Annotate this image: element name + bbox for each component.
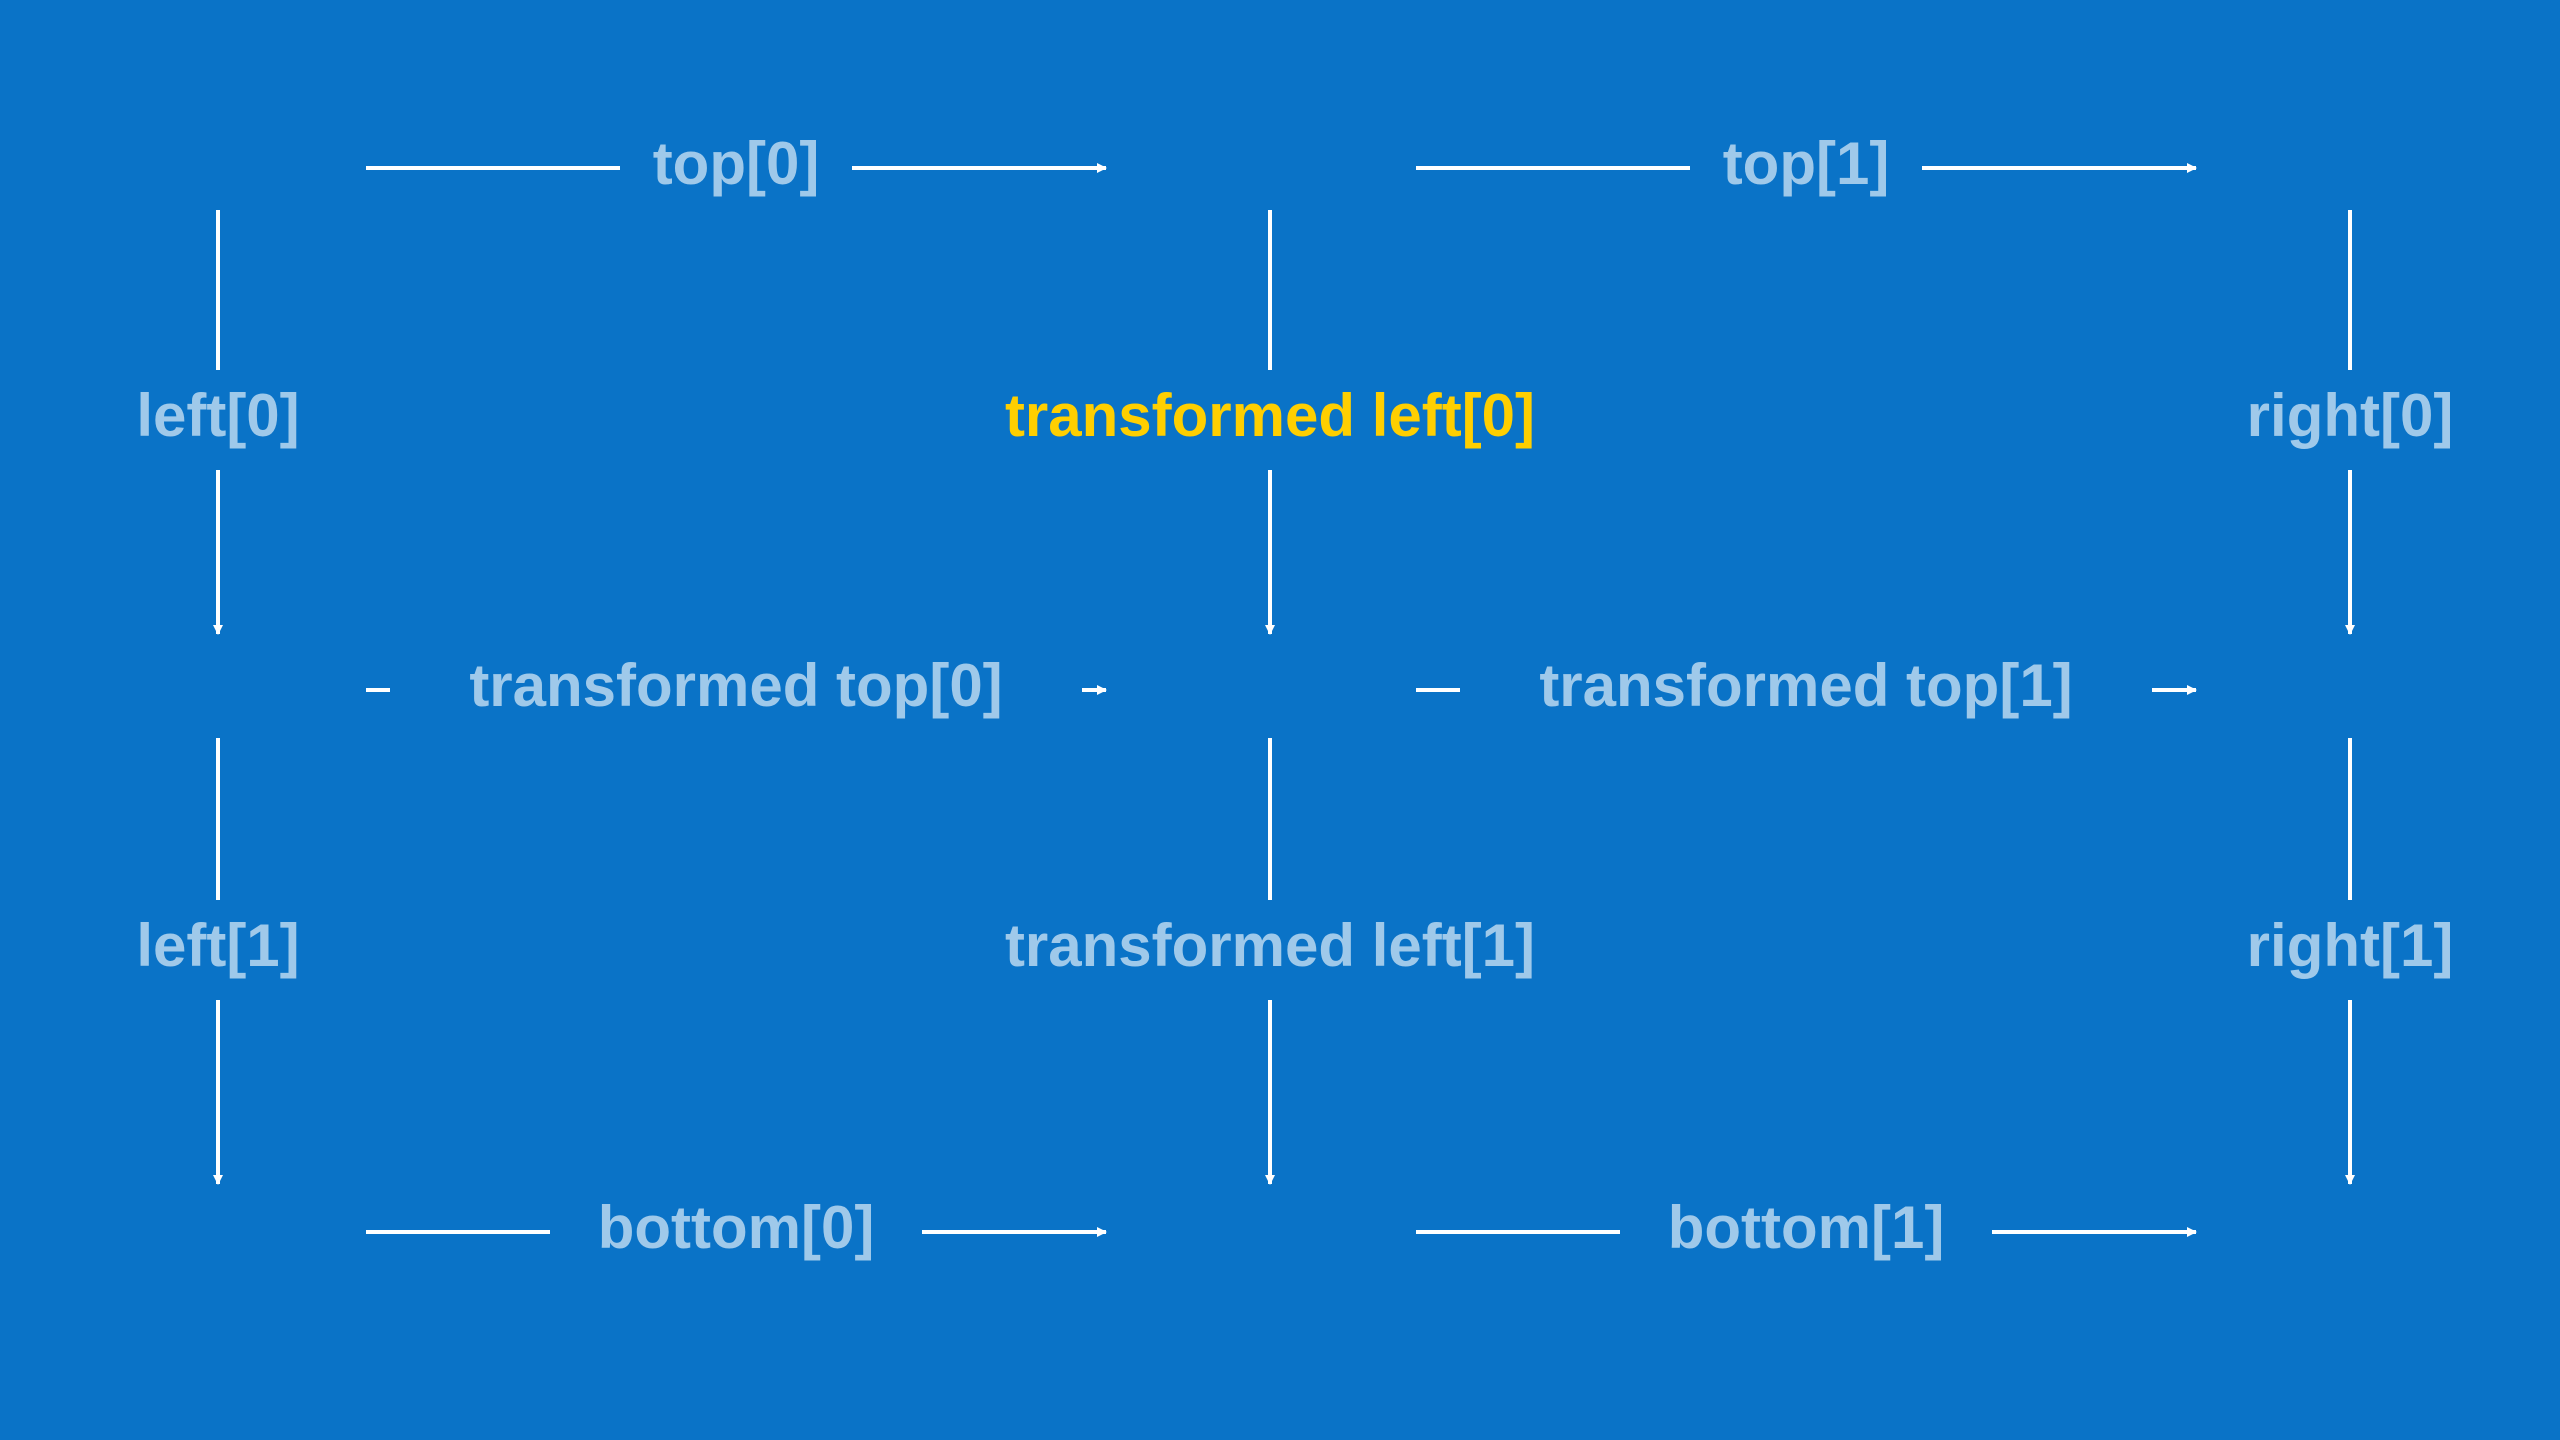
arrow-transformed-top-1: transformed top[1]: [1416, 652, 2196, 719]
arrow-transformed-left-0: transformed left[0]: [1005, 210, 1535, 634]
label-left-0: left[0]: [136, 382, 299, 449]
commutative-diagram: top[0] top[1] transformed top[0] transfo…: [0, 0, 2560, 1440]
label-left-1: left[1]: [136, 912, 299, 979]
label-top-0: top[0]: [653, 130, 820, 197]
label-right-1: right[1]: [2247, 912, 2454, 979]
label-right-0: right[0]: [2247, 382, 2454, 449]
label-top-1: top[1]: [1723, 130, 1890, 197]
arrow-right-0: right[0]: [2247, 210, 2454, 634]
arrow-top-0: top[0]: [366, 130, 1106, 197]
arrow-transformed-left-1: transformed left[1]: [1005, 738, 1535, 1184]
label-bottom-1: bottom[1]: [1668, 1194, 1945, 1261]
arrow-top-1: top[1]: [1416, 130, 2196, 197]
arrow-left-1: left[1]: [136, 738, 299, 1184]
label-transformed-left-1: transformed left[1]: [1005, 912, 1535, 979]
label-transformed-top-1: transformed top[1]: [1539, 652, 2072, 719]
label-bottom-0: bottom[0]: [598, 1194, 875, 1261]
label-transformed-top-0: transformed top[0]: [469, 652, 1002, 719]
arrow-transformed-top-0: transformed top[0]: [366, 652, 1106, 719]
arrow-bottom-1: bottom[1]: [1416, 1194, 2196, 1261]
arrow-bottom-0: bottom[0]: [366, 1194, 1106, 1261]
label-transformed-left-0: transformed left[0]: [1005, 382, 1535, 449]
arrow-right-1: right[1]: [2247, 738, 2454, 1184]
arrow-left-0: left[0]: [136, 210, 299, 634]
